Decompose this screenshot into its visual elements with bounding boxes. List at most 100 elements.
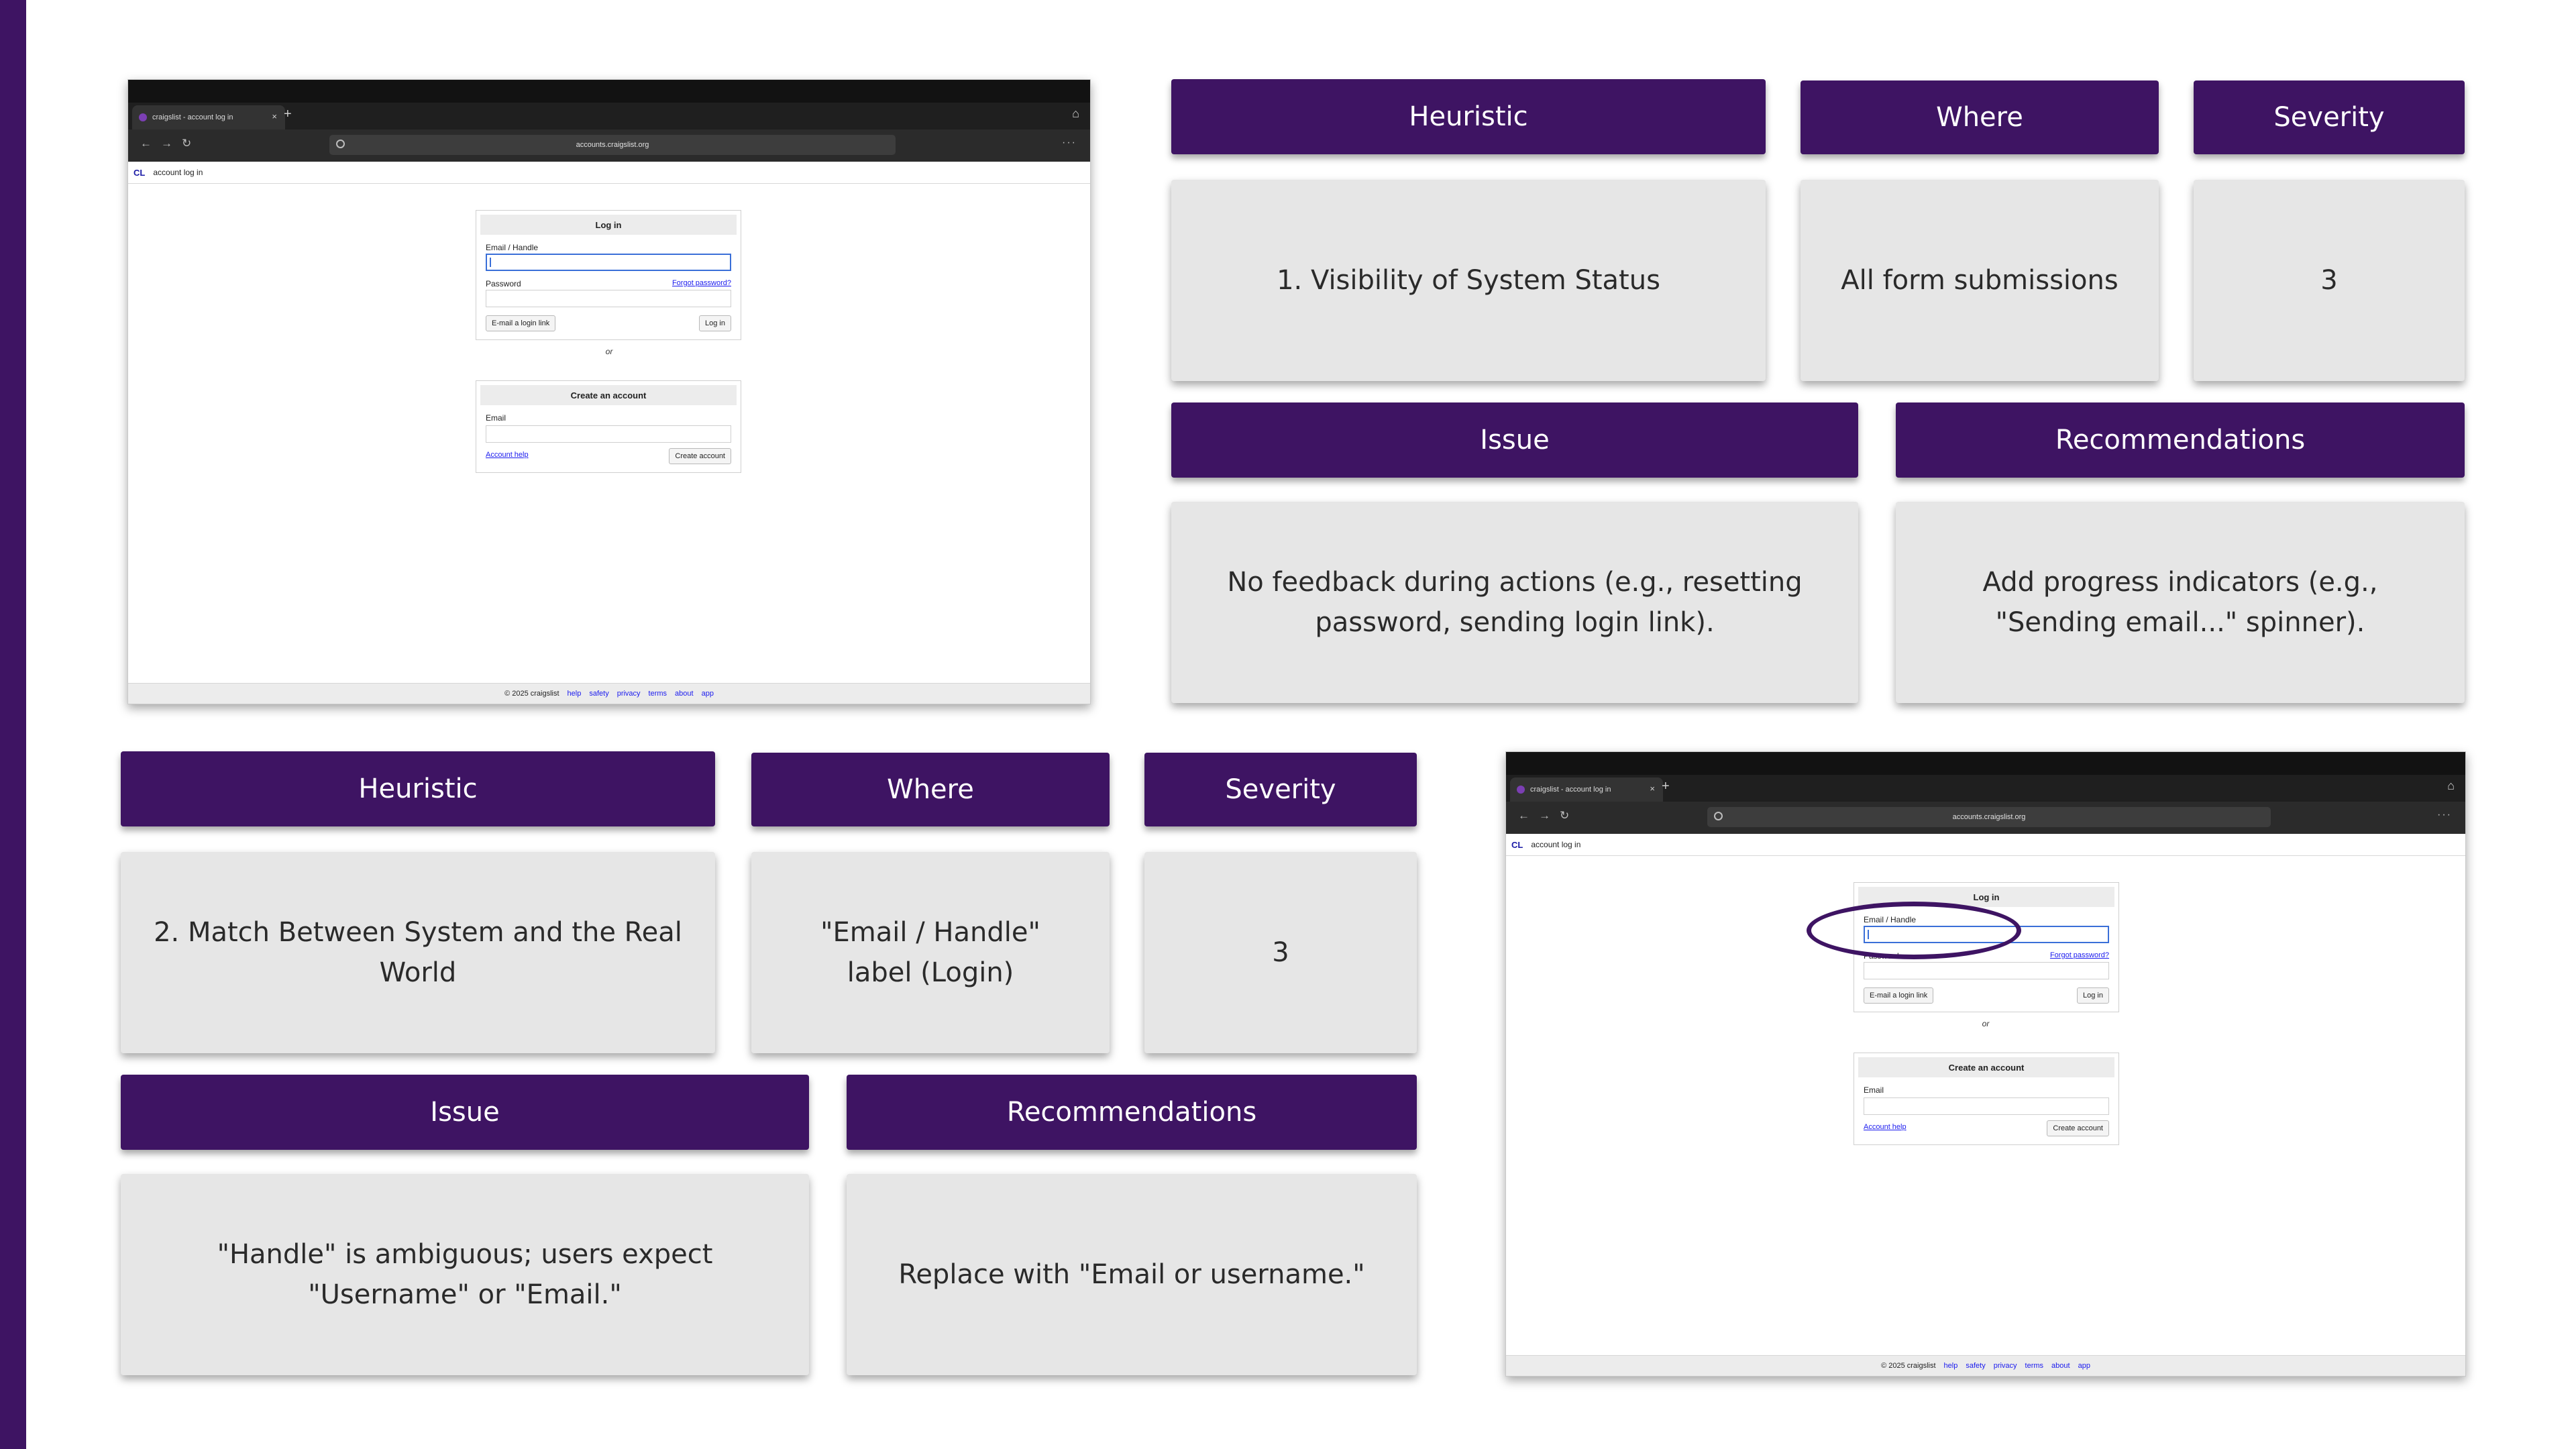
email-input[interactable]: [1864, 1097, 2109, 1115]
email-input[interactable]: [486, 425, 731, 443]
favicon-icon: [139, 113, 147, 121]
footer-link-app[interactable]: app: [2078, 1362, 2090, 1370]
close-icon[interactable]: ×: [1650, 784, 1655, 794]
password-label: Password: [486, 279, 521, 288]
bell-icon[interactable]: ⌂: [1072, 107, 1079, 121]
address-bar[interactable]: accounts.craigslist.org: [1707, 807, 2271, 827]
email-login-link-button[interactable]: E-mail a login link: [1864, 987, 1934, 1004]
recommendations-header-2: Recommendations: [847, 1075, 1417, 1150]
log-in-button[interactable]: Log in: [2077, 987, 2109, 1004]
tab-title: craigslist - account log in: [152, 113, 233, 121]
account-help-link[interactable]: Account help: [1864, 1123, 1907, 1131]
window-titlebar: [128, 80, 1090, 103]
menu-dots-icon[interactable]: ···: [1062, 137, 1077, 149]
create-account-button[interactable]: Create account: [669, 448, 731, 464]
where-cell-1: All form submissions: [1801, 180, 2159, 381]
nav-arrows-icon[interactable]: ←→↻: [140, 137, 201, 150]
url-text: accounts.craigslist.org: [1952, 813, 2026, 821]
create-account-box: Create an account Email Account help Cre…: [1854, 1053, 2119, 1145]
footer-link-about[interactable]: about: [2051, 1362, 2070, 1370]
issue-cell-2: "Handle" is ambiguous; users expect "Use…: [121, 1174, 809, 1375]
tab-bar: craigslist - account log in × + ⌂: [1506, 775, 2465, 802]
text-caret: [490, 258, 491, 267]
page-footer: © 2025 craigslist help safety privacy te…: [1506, 1355, 2465, 1376]
heuristic-header-1: Heuristic: [1171, 79, 1766, 154]
log-in-button[interactable]: Log in: [699, 315, 731, 331]
where-cell-2: "Email / Handle" label (Login): [751, 852, 1110, 1053]
window-titlebar: [1506, 752, 2465, 775]
shield-icon: [1714, 812, 1723, 820]
browser-screenshot-2: craigslist - account log in × + ⌂ ←→↻ ac…: [1505, 751, 2466, 1377]
nav-arrows-icon[interactable]: ←→↻: [1518, 809, 1578, 822]
email-login-link-button[interactable]: E-mail a login link: [486, 315, 556, 331]
or-divider: or: [605, 347, 613, 356]
email-label: Email: [486, 413, 506, 423]
footer-link-about[interactable]: about: [675, 690, 694, 698]
email-label: Email: [1864, 1085, 1884, 1095]
severity-header-1: Severity: [2194, 80, 2465, 154]
recommendations-header-1: Recommendations: [1896, 402, 2465, 478]
left-accent-bar: [0, 0, 26, 1449]
page-footer: © 2025 craigslist help safety privacy te…: [128, 683, 1090, 704]
issue-header-1: Issue: [1171, 402, 1858, 478]
forgot-password-link[interactable]: Forgot password?: [672, 279, 731, 287]
navigation-bar: ←→↻ accounts.craigslist.org ···: [128, 129, 1090, 162]
highlight-circle: [1807, 902, 2021, 959]
close-icon[interactable]: ×: [272, 111, 277, 121]
browser-tab[interactable]: craigslist - account log in ×: [132, 105, 285, 129]
tab-bar: craigslist - account log in × + ⌂: [128, 103, 1090, 129]
footer-link-privacy[interactable]: privacy: [1994, 1362, 2017, 1370]
bell-icon[interactable]: ⌂: [2447, 779, 2455, 793]
severity-cell-2: 3: [1144, 852, 1417, 1053]
tab-title: craigslist - account log in: [1530, 786, 1611, 794]
email-handle-label: Email / Handle: [486, 243, 539, 252]
page-heading: account log in: [153, 168, 203, 177]
plus-icon[interactable]: +: [1662, 779, 1670, 794]
password-input[interactable]: [1864, 962, 2109, 979]
footer-copyright: © 2025 craigslist: [1881, 1362, 1936, 1370]
footer-link-privacy[interactable]: privacy: [617, 690, 641, 698]
recommendation-cell-1: Add progress indicators (e.g., "Sending …: [1896, 502, 2465, 703]
plus-icon[interactable]: +: [284, 107, 292, 122]
browser-tab[interactable]: craigslist - account log in ×: [1510, 777, 1663, 802]
footer-link-help[interactable]: help: [568, 690, 582, 698]
password-input[interactable]: [486, 290, 731, 307]
footer-link-help[interactable]: help: [1944, 1362, 1958, 1370]
url-text: accounts.craigslist.org: [576, 141, 649, 149]
recommendation-cell-2: Replace with "Email or username.": [847, 1174, 1417, 1375]
footer-copyright: © 2025 craigslist: [504, 690, 559, 698]
footer-link-safety[interactable]: safety: [589, 690, 608, 698]
forgot-password-link[interactable]: Forgot password?: [2050, 951, 2109, 959]
create-account-title: Create an account: [480, 385, 737, 405]
favicon-icon: [1517, 786, 1525, 794]
footer-link-safety[interactable]: safety: [1966, 1362, 1985, 1370]
issue-cell-1: No feedback during actions (e.g., resett…: [1171, 502, 1858, 703]
login-box: Log in Email / Handle Password Forgot pa…: [476, 210, 741, 340]
email-handle-input[interactable]: [486, 254, 731, 271]
browser-screenshot-1: craigslist - account log in × + ⌂ ←→↻ ac…: [127, 79, 1091, 704]
severity-header-2: Severity: [1144, 753, 1417, 826]
footer-link-terms[interactable]: terms: [649, 690, 667, 698]
where-header-1: Where: [1801, 80, 2159, 154]
heuristic-header-2: Heuristic: [121, 751, 715, 826]
create-account-title: Create an account: [1858, 1057, 2114, 1077]
footer-link-app[interactable]: app: [702, 690, 714, 698]
account-help-link[interactable]: Account help: [486, 451, 529, 459]
craigslist-logo[interactable]: CL: [1511, 840, 1523, 850]
create-account-button[interactable]: Create account: [2047, 1120, 2109, 1136]
severity-cell-1: 3: [2194, 180, 2465, 381]
page-heading: account log in: [1531, 840, 1581, 849]
login-title: Log in: [480, 215, 737, 235]
address-bar[interactable]: accounts.craigslist.org: [329, 135, 896, 155]
create-account-box: Create an account Email Account help Cre…: [476, 380, 741, 473]
page-header: CL account log in: [1506, 834, 2465, 856]
menu-dots-icon[interactable]: ···: [2437, 809, 2452, 821]
heuristic-cell-1: 1. Visibility of System Status: [1171, 180, 1766, 381]
page-header: CL account log in: [128, 162, 1090, 184]
heuristic-cell-2: 2. Match Between System and the Real Wor…: [121, 852, 715, 1053]
footer-link-terms[interactable]: terms: [2025, 1362, 2044, 1370]
or-divider: or: [1982, 1019, 1990, 1028]
where-header-2: Where: [751, 753, 1110, 826]
issue-header-2: Issue: [121, 1075, 809, 1150]
craigslist-logo[interactable]: CL: [133, 168, 145, 178]
